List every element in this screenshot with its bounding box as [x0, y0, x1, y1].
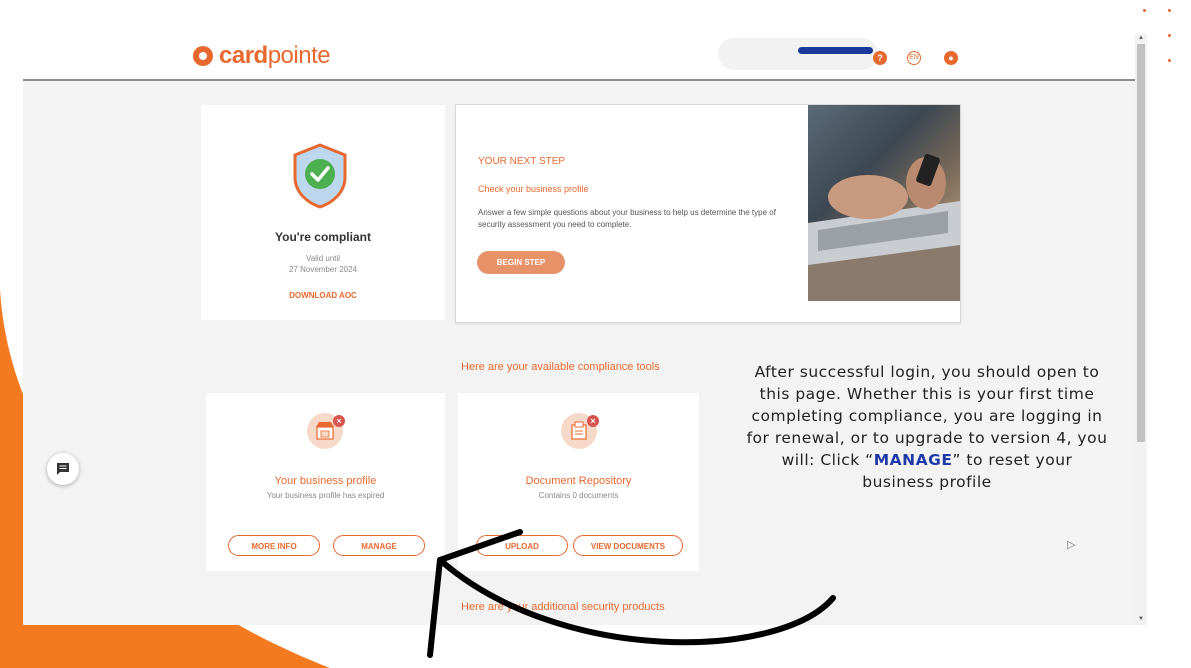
scroll-up-icon[interactable]: ▲	[1137, 34, 1145, 42]
next-step-card: YOUR NEXT STEP Check your business profi…	[455, 104, 961, 323]
next-step-title: YOUR NEXT STEP	[478, 156, 566, 167]
logo-mark-icon	[193, 46, 213, 66]
document-repository-card: × Document Repository Contains 0 documen…	[458, 393, 699, 571]
compliance-tools-heading: Here are your available compliance tools	[461, 361, 660, 373]
instruction-annotation: After successful login, you should open …	[744, 361, 1110, 493]
document-repository-count: Contains 0 documents	[538, 491, 619, 500]
view-documents-button[interactable]: VIEW DOCUMENTS	[573, 535, 683, 556]
page-scrollbar[interactable]: ▲ ▼	[1135, 34, 1147, 625]
app-window: cardpointe ? EN ● You're compliant Valid…	[23, 0, 1135, 625]
redaction-mark	[798, 47, 873, 54]
laptop-photo	[808, 105, 960, 301]
upload-button[interactable]: UPLOAD	[476, 535, 568, 556]
scroll-down-icon[interactable]: ▼	[1137, 615, 1145, 623]
business-profile-title: Your business profile	[274, 475, 377, 487]
compliance-status-card: You're compliant Valid until 27 November…	[201, 105, 445, 320]
document-alert-badge-icon: ×	[587, 415, 599, 427]
user-icon[interactable]: ●	[944, 51, 958, 65]
document-repository-title: Document Repository	[525, 475, 632, 487]
laptop-photo-illustration	[808, 154, 960, 301]
annotation-emphasis: MANAGE	[873, 451, 953, 469]
logo-text-suffix: pointe	[267, 42, 331, 69]
scrollbar-thumb[interactable]	[1137, 44, 1145, 442]
shield-check-icon	[293, 143, 347, 209]
top-header: cardpointe ? EN ●	[23, 0, 1135, 81]
security-products-heading: Here are your additional security produc…	[461, 601, 665, 613]
valid-until-date: 27 November 2024	[288, 265, 358, 274]
download-aoc-link[interactable]: DOWNLOAD AOC	[201, 291, 445, 300]
business-profile-card: × Your business profile Your business pr…	[206, 393, 445, 571]
compliance-title: You're compliant	[275, 230, 371, 244]
header-search-field[interactable]	[718, 38, 878, 70]
next-step-subtitle: Check your business profile	[478, 184, 589, 194]
cardpointe-logo[interactable]: cardpointe	[193, 42, 331, 70]
logo-text-prefix: card	[219, 42, 268, 69]
help-icon[interactable]: ?	[873, 51, 887, 65]
chat-icon	[57, 463, 69, 475]
business-profile-status: Your business profile has expired	[266, 491, 385, 500]
valid-until-label: Valid until	[305, 254, 341, 263]
more-info-button[interactable]: MORE INFO	[228, 535, 320, 556]
expired-badge-icon: ×	[333, 415, 345, 427]
next-step-description: Answer a few simple questions about your…	[478, 208, 776, 229]
mouse-cursor-icon: ▷	[1067, 539, 1076, 551]
language-icon[interactable]: EN	[907, 51, 921, 65]
chat-button[interactable]	[47, 453, 79, 485]
begin-step-button[interactable]: BEGIN STEP	[477, 251, 565, 274]
manage-button[interactable]: MANAGE	[333, 535, 425, 556]
